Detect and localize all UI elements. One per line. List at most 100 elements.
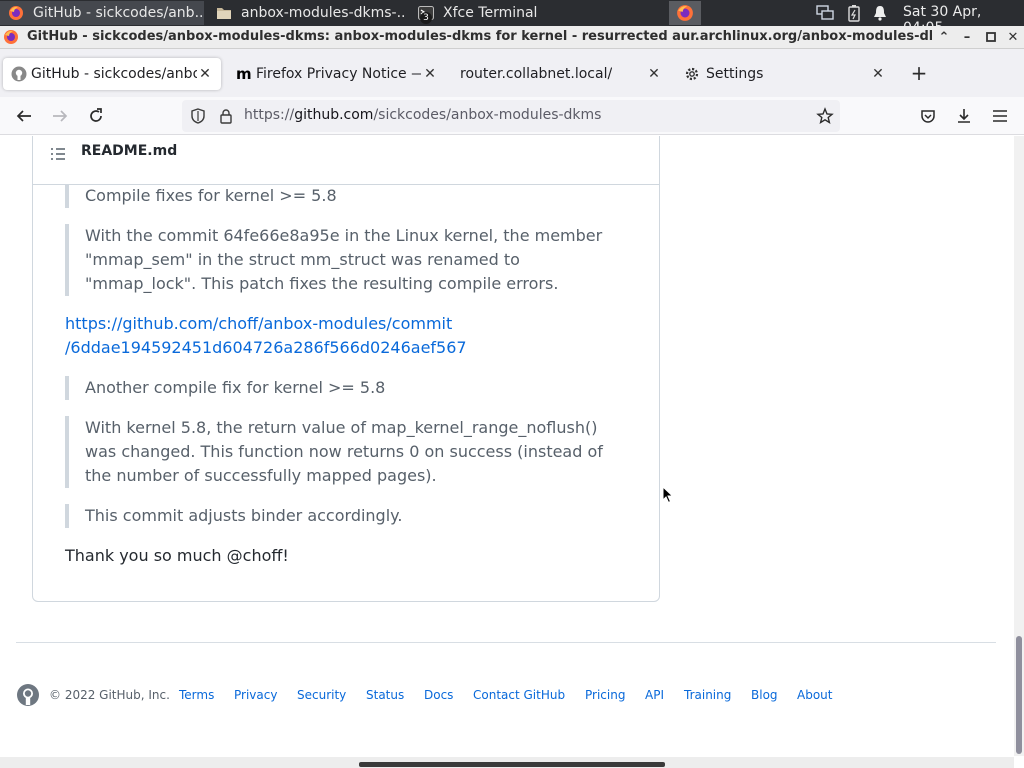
tab-router[interactable]: router.collabnet.local/ ✕ [452, 58, 670, 90]
blockquote-text: This commit adjusts binder accordingly. [85, 506, 403, 525]
footer-link-contact[interactable]: Contact GitHub [473, 688, 565, 702]
blockquote: Compile fixes for kernel >= 5.8 [65, 184, 337, 208]
url-path: /sickcodes/anbox-modules-dkms [373, 107, 602, 123]
readme-title: README.md [81, 143, 178, 159]
battery-icon[interactable] [845, 4, 863, 22]
window-title: GitHub - sickcodes/anbox-modules-dkms: a… [27, 29, 932, 44]
mozilla-icon: m [236, 65, 252, 83]
url-prefix: https:// [244, 107, 295, 123]
commit-link[interactable]: https://github.com/choff/anbox-modules/c… [65, 312, 467, 360]
taskbar-label: Xfce Terminal [443, 5, 538, 21]
terminal-count-badge: 3 [420, 12, 432, 24]
footer-link-api[interactable]: API [645, 688, 664, 702]
firefox-icon [9, 6, 23, 20]
tab-label: Settings [706, 66, 764, 82]
footer-link-about[interactable]: About [797, 688, 832, 702]
blockquote-text: Compile fixes for kernel >= 5.8 [85, 186, 337, 205]
close-window-button[interactable]: ✕ [1004, 28, 1022, 46]
new-tab-button[interactable]: + [906, 60, 932, 86]
network-icon[interactable] [816, 4, 834, 22]
tab-label: GitHub - sickcodes/anbox [31, 66, 197, 82]
tab-close-button[interactable]: ✕ [646, 66, 662, 82]
footer-link-terms[interactable]: Terms [179, 688, 214, 702]
notifications-icon[interactable] [871, 4, 889, 22]
thanks-paragraph: Thank you so much @choff! [65, 546, 289, 565]
footer-link-pricing[interactable]: Pricing [585, 688, 625, 702]
footer-link-training[interactable]: Training [684, 688, 731, 702]
pocket-button[interactable] [917, 105, 939, 127]
maximize-window-button[interactable] [982, 28, 1000, 46]
blockquote-line: "mmap_lock". This patch fixes the result… [85, 274, 559, 293]
gear-icon [685, 67, 699, 81]
forward-button[interactable] [49, 105, 71, 127]
tab-firefox-privacy[interactable]: m Firefox Privacy Notice — F ✕ [228, 58, 446, 90]
url-host: github.com [294, 107, 374, 123]
page-content: README.md Compile fixes for kernel >= 5.… [0, 136, 1014, 768]
arrow-left-icon [16, 110, 31, 122]
minimize-window-button[interactable]: – [958, 28, 976, 46]
vertical-scroll-thumb[interactable] [1016, 636, 1022, 754]
taskbar-firefox-window[interactable]: GitHub - sickcodes/anb... [0, 1, 204, 25]
back-button[interactable] [13, 105, 35, 127]
window-titlebar[interactable]: GitHub - sickcodes/anbox-modules-dkms: a… [0, 26, 1024, 49]
firefox-icon [4, 30, 18, 44]
arrow-right-icon [53, 110, 68, 122]
taskbar-label: GitHub - sickcodes/anb... [33, 5, 204, 21]
tab-github[interactable]: GitHub - sickcodes/anbox ✕ [3, 58, 221, 90]
footer-divider [16, 642, 996, 643]
commit-link-line[interactable]: https://github.com/choff/anbox-modules/c… [65, 312, 467, 336]
tab-settings[interactable]: Settings ✕ [676, 58, 894, 90]
commit-link-line[interactable]: /6ddae194592451d604726a286f566d0246aef56… [65, 336, 467, 360]
firefox-icon [677, 5, 693, 21]
reload-button[interactable] [85, 105, 107, 127]
url-text[interactable]: https://github.com/sickcodes/anbox-modul… [244, 107, 601, 123]
taskbar-label: anbox-modules-dkms-... [241, 5, 406, 21]
navigation-toolbar: https://github.com/sickcodes/anbox-modul… [0, 97, 1024, 135]
tab-close-button[interactable]: ✕ [422, 66, 438, 82]
list-icon[interactable] [50, 146, 66, 162]
tab-close-button[interactable]: ✕ [197, 66, 213, 82]
vertical-scrollbar[interactable] [1014, 136, 1024, 756]
taskbar-file-manager-window[interactable]: anbox-modules-dkms-... [208, 1, 406, 25]
footer-link-docs[interactable]: Docs [424, 688, 453, 702]
downloads-button[interactable] [953, 105, 975, 127]
pocket-icon [921, 110, 935, 123]
blockquote: With the commit 64fe66e8a95e in the Linu… [65, 224, 602, 296]
tab-close-button[interactable]: ✕ [870, 66, 886, 82]
footer-link-security[interactable]: Security [297, 688, 346, 702]
folder-icon [217, 8, 231, 19]
blockquote: Another compile fix for kernel >= 5.8 [65, 376, 385, 400]
app-menu-button[interactable] [989, 105, 1011, 127]
blockquote-text: Another compile fix for kernel >= 5.8 [85, 378, 386, 397]
taskbar-terminal-window[interactable]: Xfce Terminal [410, 1, 606, 25]
hamburger-menu-icon [993, 110, 1007, 122]
footer-copyright: © 2022 GitHub, Inc. [49, 688, 170, 702]
blockquote-line: was changed. This function now returns 0… [85, 442, 603, 461]
shade-window-button[interactable]: ⌃ [935, 28, 953, 46]
blockquote: This commit adjusts binder accordingly. [65, 504, 402, 528]
url-bar[interactable]: https://github.com/sickcodes/anbox-modul… [182, 100, 840, 132]
blockquote-line: the number of successfully mapped pages)… [85, 466, 437, 485]
horizontal-scrollbar[interactable] [0, 757, 1014, 768]
readme-header: README.md [33, 136, 659, 185]
tab-label: Firefox Privacy Notice — F [256, 66, 421, 82]
browser-tab-strip: GitHub - sickcodes/anbox ✕ m Firefox Pri… [0, 49, 1024, 97]
lock-icon[interactable] [218, 108, 234, 124]
mouse-pointer-icon [662, 486, 674, 504]
maximize-icon [986, 32, 996, 42]
download-icon [958, 109, 970, 123]
blockquote: With kernel 5.8, the return value of map… [65, 416, 603, 488]
shield-icon[interactable] [190, 108, 206, 124]
footer-link-status[interactable]: Status [366, 688, 404, 702]
bookmark-star-icon[interactable] [816, 107, 834, 125]
desktop-panel: GitHub - sickcodes/anb... anbox-modules-… [0, 0, 1024, 36]
blockquote-line: With the commit 64fe66e8a95e in the Linu… [85, 226, 603, 245]
blockquote-line: "mmap_sem" in the struct mm_struct was r… [85, 250, 520, 269]
blockquote-line: With kernel 5.8, the return value of map… [85, 418, 598, 437]
horizontal-scroll-thumb[interactable] [359, 762, 665, 767]
firefox-launcher-button[interactable] [669, 1, 701, 25]
github-logo-icon[interactable] [16, 683, 40, 707]
footer-link-privacy[interactable]: Privacy [234, 688, 277, 702]
github-icon [11, 66, 27, 82]
footer-link-blog[interactable]: Blog [751, 688, 778, 702]
